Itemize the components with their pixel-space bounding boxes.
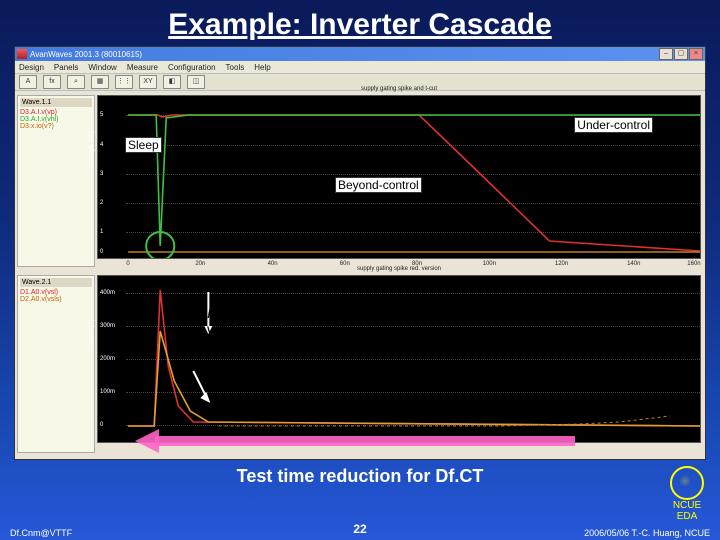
x-tick: 0 <box>126 261 129 267</box>
x-tick: 20n <box>195 261 205 267</box>
x-tick: 120n <box>555 261 568 267</box>
legend1-where: Wave.1.1 <box>20 98 92 107</box>
menu-design[interactable]: Design <box>19 63 44 72</box>
legend2-item-0[interactable]: D1.A0.v(vsl) <box>20 289 92 296</box>
menubar: Design Panels Window Measure Configurati… <box>15 61 705 73</box>
window-close-button[interactable]: × <box>689 48 703 60</box>
x-tick: 140n <box>627 261 640 267</box>
app-icon <box>17 49 27 59</box>
ncue-logo: NCUE EDA <box>670 466 704 522</box>
chart2-ylabel: Current(?) <box>88 319 95 351</box>
legend1-item-1[interactable]: D3.A.I.v(vhl) <box>20 116 92 123</box>
x-tick: 40n <box>268 261 278 267</box>
app-window: AvanWaves 2001.3 (80010615) – ▢ × Design… <box>14 46 706 460</box>
menu-window[interactable]: Window <box>88 63 116 72</box>
annot-imax-rest: reduction = 30% <box>237 305 342 321</box>
toolbar-btn-4[interactable]: ▦ <box>91 75 109 89</box>
logo-text-bot: EDA <box>670 512 704 523</box>
x-tick: 160n <box>687 261 700 267</box>
legend1-item-2[interactable]: D3.x.io(v?) <box>20 123 92 130</box>
menu-tools[interactable]: Tools <box>226 63 245 72</box>
legend2-item-1[interactable]: D2.A0.v(vsls) <box>20 296 92 303</box>
slide-title: Example: Inverter Cascade <box>0 0 720 46</box>
label-beyond-control: Beyond-control <box>335 177 422 193</box>
label-under-control: Under-control <box>574 117 653 133</box>
annot-energy: Energy reduction = 92% <box>207 340 393 358</box>
annot-wakeup: Wakeup-Acceleration = 85% <box>207 375 393 393</box>
x-tick: 100n <box>483 261 496 267</box>
menu-configuration[interactable]: Configuration <box>168 63 216 72</box>
logo-text-top: NCUE <box>670 501 704 512</box>
chart2-title: supply gating spike red. version <box>357 266 441 272</box>
toolbar-btn-3[interactable]: ⌕ <box>67 75 85 89</box>
toolbar-btn-6[interactable]: XY <box>139 75 157 89</box>
label-beyond-control-2: Beyond-control <box>566 359 669 375</box>
legend-panel-1: Wave.1.1 D3.A.I.v(vp) D3.A.I.v(vhl) D3.x… <box>17 95 95 267</box>
menu-measure[interactable]: Measure <box>127 63 158 72</box>
legend1-item-0[interactable]: D3.A.I.v(vp) <box>20 109 92 116</box>
label-sleep: Sleep <box>125 137 162 153</box>
annot-under2: Under-control <box>207 358 393 376</box>
legend2-where: Wave.2.1 <box>20 278 92 287</box>
footer-right: 2006/05/06 T.-C. Huang, NCUE <box>584 528 710 538</box>
annot-wtc: WTC reduction = 100% <box>207 323 393 341</box>
window-minimize-button[interactable]: – <box>659 48 673 60</box>
footer-left: Df.Cnm@VTTF <box>10 528 72 538</box>
window-title: AvanWaves 2001.3 (80010615) <box>30 50 142 59</box>
annot-imax-label: Imax <box>207 305 237 321</box>
window-maximize-button[interactable]: ▢ <box>674 48 688 60</box>
toolbar-btn-7[interactable]: ◧ <box>163 75 181 89</box>
window-titlebar: AvanWaves 2001.3 (80010615) – ▢ × <box>15 47 705 61</box>
toolbar-btn-1[interactable]: A <box>19 75 37 89</box>
bottom-caption: Test time reduction for Df.CT <box>0 466 720 487</box>
toolbar-btn-8[interactable]: ◫ <box>187 75 205 89</box>
menu-panels[interactable]: Panels <box>54 63 78 72</box>
chart1-ylabel: Voltage (lin) <box>88 131 95 168</box>
toolbar-btn-5[interactable]: ⋮⋮ <box>115 75 133 89</box>
x-tick: 60n <box>340 261 350 267</box>
chart1-title: supply gating spike and t-cut <box>361 86 437 92</box>
toolbar-btn-2[interactable]: fx <box>43 75 61 89</box>
legend-panel-2: Wave.2.1 D1.A0.v(vsl) D2.A0.v(vsls) <box>17 275 95 453</box>
annotation-list: Imax reduction = 30% WTC reduction = 100… <box>207 305 393 393</box>
pink-arrow <box>135 429 575 453</box>
plot-area: Wave.1.1 D3.A.I.v(vp) D3.A.I.v(vhl) D3.x… <box>15 91 705 459</box>
menu-help[interactable]: Help <box>254 63 270 72</box>
